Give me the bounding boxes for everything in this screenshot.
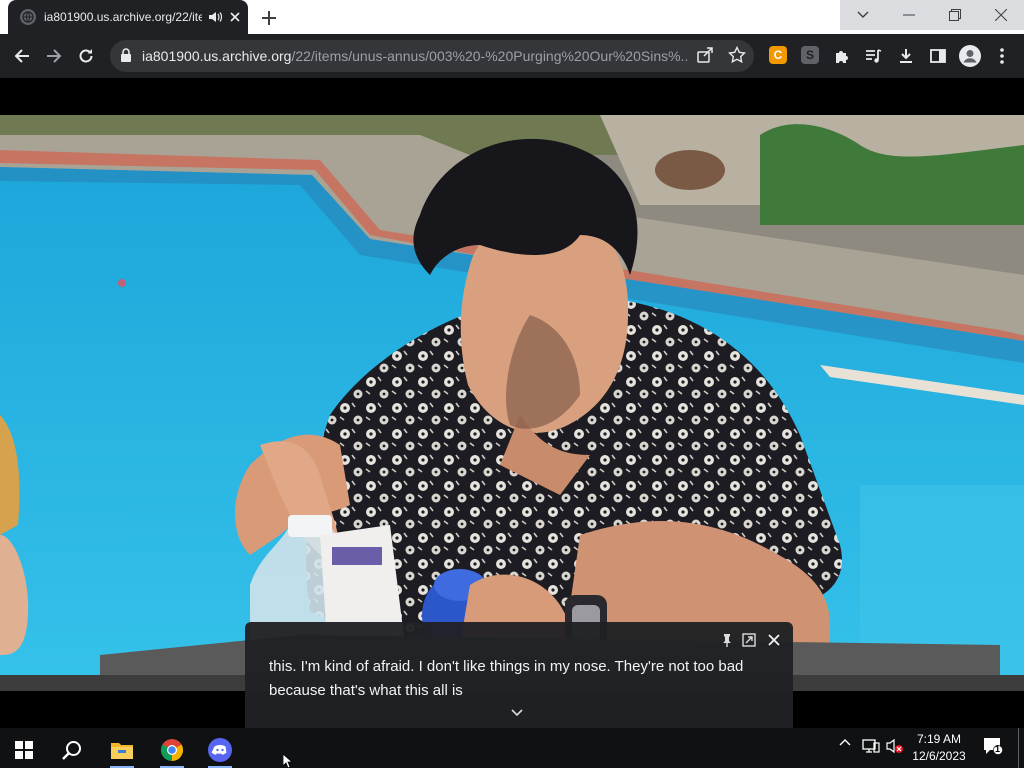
globe-icon [20, 9, 36, 25]
mouse-cursor-icon [283, 754, 293, 768]
file-explorer-icon[interactable] [102, 732, 142, 768]
pin-icon[interactable] [719, 632, 735, 648]
restore-icon [949, 9, 961, 21]
browser-tab[interactable]: ia801900.us.archive.org/22/items/unus-an… [8, 0, 248, 34]
volume-muted-icon[interactable] [886, 738, 904, 754]
media-control-icon[interactable] [862, 44, 886, 68]
clock-date: 12/6/2023 [912, 749, 966, 763]
tab-strip: ia801900.us.archive.org/22/items/unus-an… [0, 0, 1024, 34]
tab-close-icon[interactable] [230, 8, 240, 26]
browser-toolbar: ia801900.us.archive.org/22/items/unus-an… [0, 34, 1024, 78]
video-frame[interactable] [0, 115, 1024, 691]
chevron-down-icon [857, 11, 869, 18]
tab-title: ia801900.us.archive.org/22/items/unus-an… [44, 10, 202, 24]
url-text[interactable]: ia801900.us.archive.org/22/items/unus-an… [142, 48, 687, 64]
chevron-down-icon[interactable] [511, 704, 523, 722]
close-icon [995, 9, 1007, 21]
lock-icon[interactable] [120, 48, 132, 67]
restore-button[interactable] [932, 0, 978, 30]
chevron-up-icon[interactable] [839, 738, 851, 746]
caption-close-icon[interactable] [766, 632, 782, 648]
url-path: /22/items/unus-annus/003%20-%20Purging%2… [291, 48, 687, 64]
show-desktop-button[interactable] [1018, 728, 1019, 768]
clock-time: 7:19 AM [916, 732, 962, 746]
address-bar[interactable]: ia801900.us.archive.org/22/items/unus-an… [110, 40, 754, 72]
popout-icon[interactable] [741, 632, 757, 648]
minimize-button[interactable] [886, 0, 932, 30]
taskbar: 7:19 AM 12/6/2023 1 [0, 728, 1024, 768]
video-player[interactable]: this. I'm kind of afraid. I don't like t… [0, 78, 1024, 728]
menu-kebab-icon[interactable] [990, 44, 1014, 68]
url-host: ia801900.us.archive.org [142, 48, 292, 64]
back-button[interactable] [10, 44, 34, 68]
bookmark-star-icon[interactable] [727, 45, 747, 69]
arrow-left-icon [14, 49, 29, 63]
notification-count: 1 [995, 744, 1001, 754]
extensions-puzzle-icon[interactable] [830, 44, 854, 68]
discord-icon[interactable] [200, 732, 240, 768]
download-icon[interactable] [894, 44, 918, 68]
profile-avatar-icon[interactable] [958, 44, 982, 68]
window-close-button[interactable] [978, 0, 1024, 30]
reload-button[interactable] [74, 44, 98, 68]
notification-center-icon[interactable]: 1 [983, 736, 1003, 756]
windows-start-icon[interactable] [4, 732, 44, 768]
search-icon[interactable] [52, 732, 92, 768]
new-tab-button[interactable] [258, 7, 280, 29]
arrow-right-icon [47, 49, 62, 63]
minimize-icon [903, 14, 915, 16]
caption-text: this. I'm kind of afraid. I don't like t… [269, 658, 744, 699]
video-frame-image [0, 115, 1024, 691]
side-panel-icon[interactable] [926, 44, 950, 68]
extension-s-icon[interactable]: S [801, 46, 819, 64]
plus-icon [262, 11, 276, 25]
extension-c-icon[interactable]: C [769, 46, 787, 64]
speaker-icon[interactable] [208, 8, 222, 26]
network-icon[interactable] [862, 738, 880, 754]
system-clock[interactable]: 7:19 AM 12/6/2023 [906, 731, 972, 765]
tab-search-button[interactable] [840, 0, 886, 30]
forward-button[interactable] [42, 44, 66, 68]
reload-icon [79, 49, 93, 63]
share-icon[interactable] [696, 46, 714, 69]
chrome-icon[interactable] [152, 732, 192, 768]
live-caption-panel[interactable]: this. I'm kind of afraid. I don't like t… [245, 622, 793, 728]
